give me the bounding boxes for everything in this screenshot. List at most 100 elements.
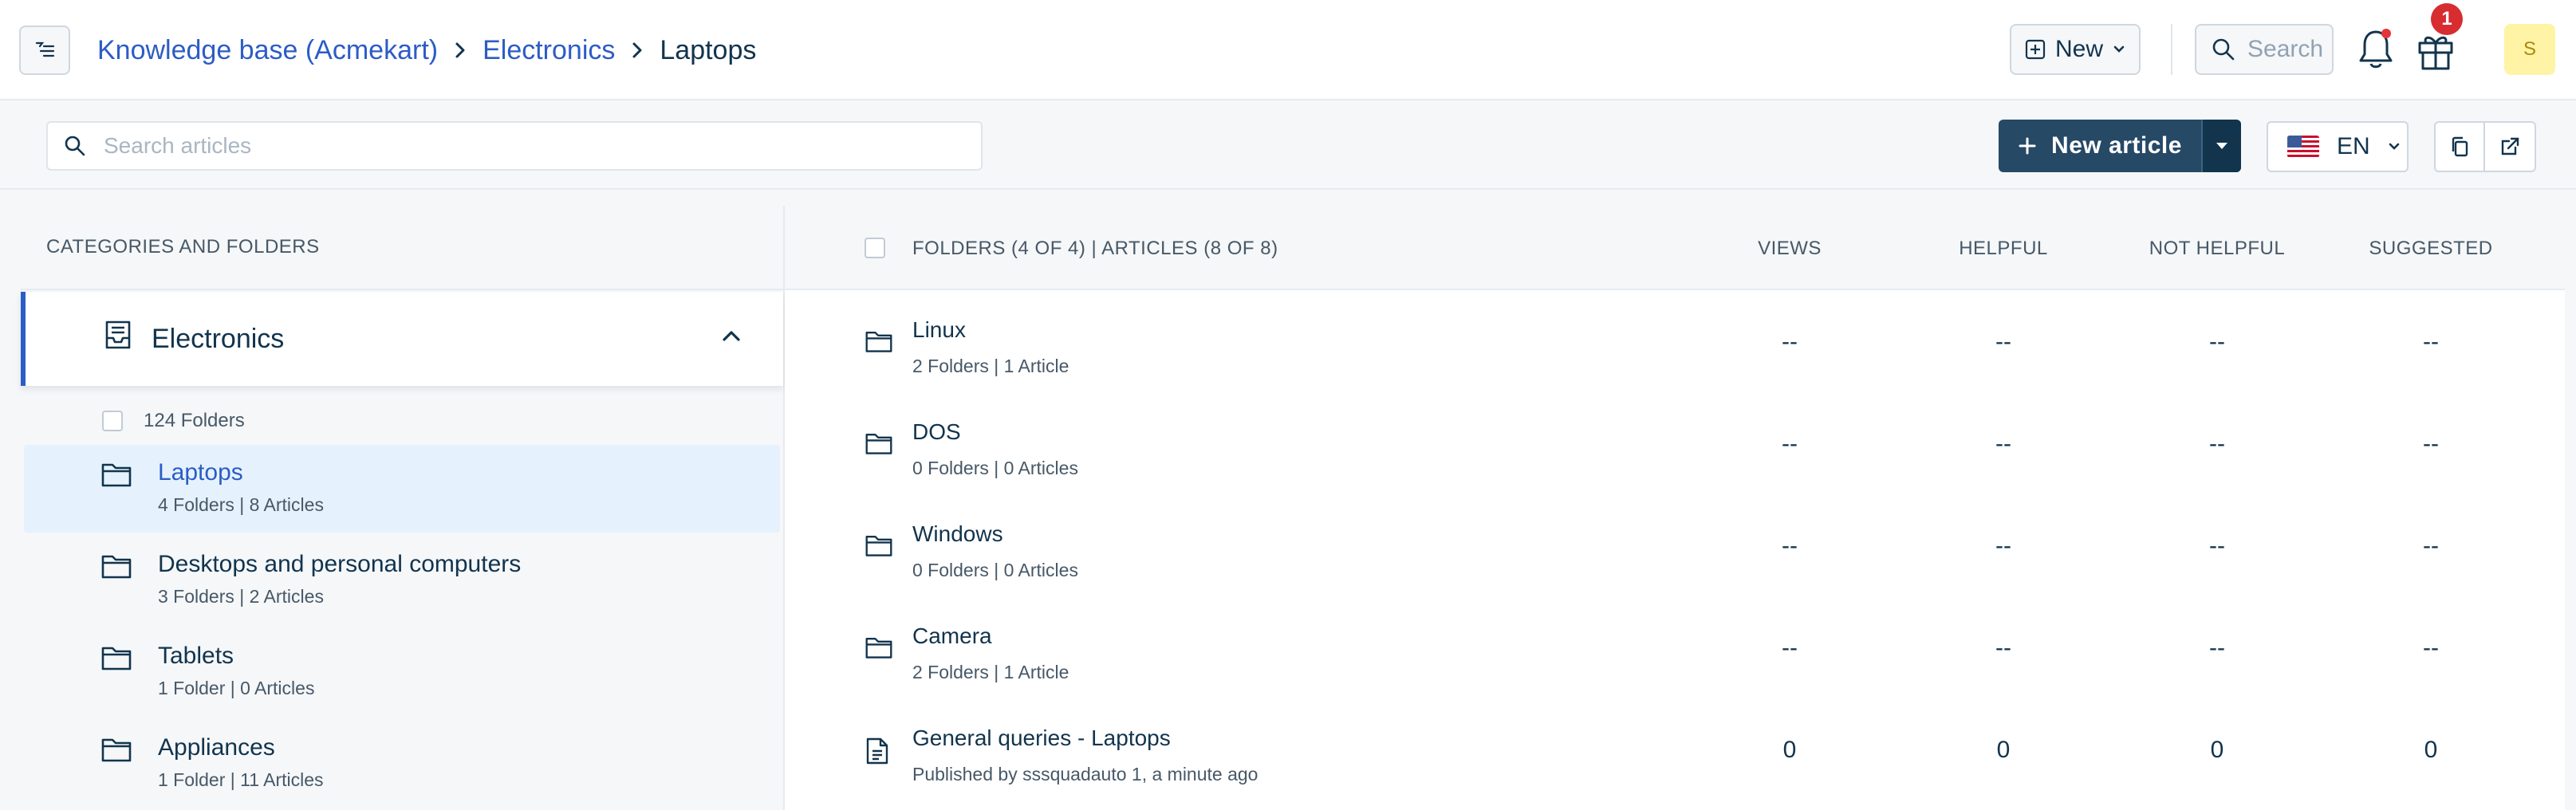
row-meta: 0 Folders | 0 Articles xyxy=(912,560,1078,580)
search-icon xyxy=(2212,38,2235,61)
copy-icon[interactable] xyxy=(2436,123,2486,171)
suggested-value: -- xyxy=(2423,635,2439,661)
plus-square-icon xyxy=(2025,39,2046,60)
article-actions-group xyxy=(2434,121,2536,172)
views-value: -- xyxy=(1782,635,1798,661)
folder-icon xyxy=(100,552,132,580)
column-header-views[interactable]: VIEWS xyxy=(1694,238,1885,260)
sidebar-folder-appliances[interactable]: Appliances 1 Folder | 11 Articles xyxy=(24,720,780,808)
sidebar-folder-desktops[interactable]: Desktops and personal computers 3 Folder… xyxy=(24,537,780,624)
suggested-value: -- xyxy=(2423,431,2439,457)
global-search-button[interactable]: Search xyxy=(2195,24,2334,75)
suggested-value: 0 xyxy=(2424,737,2438,763)
table-row[interactable]: Camera 2 Folders | 1 Article -- -- -- -- xyxy=(785,600,2565,702)
folder-name: Laptops xyxy=(158,459,243,486)
helpful-value: -- xyxy=(1995,328,2011,355)
helpful-value: -- xyxy=(1995,533,2011,559)
row-name[interactable]: General queries - Laptops xyxy=(912,725,1171,751)
new-article-button[interactable]: New article xyxy=(1999,120,2241,172)
column-header-helpful[interactable]: HELPFUL xyxy=(1908,238,2099,260)
sidebar-toggle-button[interactable] xyxy=(19,26,70,75)
article-search-box[interactable] xyxy=(46,121,983,171)
breadcrumb-root-link[interactable]: Knowledge base (Acmekart) xyxy=(97,35,438,66)
new-article-dropdown-toggle[interactable] xyxy=(2201,120,2241,172)
folder-icon xyxy=(865,328,893,354)
not-helpful-value: -- xyxy=(2209,431,2225,457)
helpful-value: 0 xyxy=(1996,737,2011,763)
article-toolbar: New article EN xyxy=(0,102,2576,190)
sidebar-folder-laptops[interactable]: Laptops 4 Folders | 8 Articles xyxy=(24,445,780,533)
language-selector[interactable]: EN xyxy=(2267,121,2409,172)
table-row[interactable]: DOS 0 Folders | 0 Articles -- -- -- -- xyxy=(785,395,2565,497)
chevron-down-icon xyxy=(2389,143,2399,150)
new-article-label: New article xyxy=(2051,132,2182,159)
breadcrumb-current: Laptops xyxy=(660,34,757,65)
not-helpful-value: 0 xyxy=(2210,737,2224,763)
chevron-down-icon xyxy=(2113,45,2125,53)
select-all-rows-checkbox[interactable] xyxy=(865,238,885,258)
row-meta: 0 Folders | 0 Articles xyxy=(912,458,1078,478)
external-link-icon[interactable] xyxy=(2485,123,2535,171)
views-value: -- xyxy=(1782,533,1798,559)
search-icon xyxy=(65,136,85,156)
chevron-up-icon[interactable] xyxy=(721,328,742,343)
divider xyxy=(2171,24,2172,75)
chevron-right-icon xyxy=(631,41,644,60)
table-row[interactable]: General queries - Laptops Published by s… xyxy=(785,702,2565,804)
row-meta: 2 Folders | 1 Article xyxy=(912,662,1069,682)
row-name[interactable]: Linux xyxy=(912,317,966,343)
column-header-not-helpful[interactable]: NOT HELPFUL xyxy=(2121,238,2313,260)
suggested-value: -- xyxy=(2423,328,2439,355)
suggested-value: -- xyxy=(2423,533,2439,559)
new-dropdown-button[interactable]: New xyxy=(2010,24,2141,75)
row-name[interactable]: Windows xyxy=(912,521,1003,547)
article-search-input[interactable] xyxy=(104,133,941,159)
not-helpful-value: -- xyxy=(2209,635,2225,661)
breadcrumb-parent-link[interactable]: Electronics xyxy=(483,35,615,66)
language-label: EN xyxy=(2337,133,2370,159)
new-article-main[interactable]: New article xyxy=(1999,132,2201,159)
global-search-placeholder: Search xyxy=(2247,36,2324,62)
folder-name: Appliances xyxy=(158,734,275,761)
folder-icon xyxy=(100,644,132,671)
folder-name: Tablets xyxy=(158,643,234,669)
row-meta: 2 Folders | 1 Article xyxy=(912,356,1069,376)
user-avatar[interactable]: S xyxy=(2504,24,2555,75)
new-button-label: New xyxy=(2054,36,2103,62)
chevron-right-icon xyxy=(454,41,467,60)
folder-icon xyxy=(865,431,893,456)
us-flag-icon xyxy=(2287,136,2319,158)
folder-meta: 1 Folder | 11 Articles xyxy=(158,769,324,790)
inbox-icon xyxy=(102,319,134,351)
folder-icon xyxy=(865,533,893,558)
row-meta: Published by sssquadauto 1, a minute ago xyxy=(912,764,1258,784)
gift-badge: 1 xyxy=(2431,3,2463,35)
plus-icon xyxy=(2019,137,2036,155)
row-name[interactable]: Camera xyxy=(912,623,992,649)
caret-down-icon xyxy=(2216,143,2227,149)
category-title: Electronics xyxy=(152,323,285,354)
table-row[interactable]: Windows 0 Folders | 0 Articles -- -- -- … xyxy=(785,497,2565,600)
filter-list-icon xyxy=(35,41,55,57)
folder-meta: 4 Folders | 8 Articles xyxy=(158,494,324,515)
select-all-folders-checkbox[interactable] xyxy=(102,411,123,431)
column-header-suggested[interactable]: SUGGESTED xyxy=(2335,238,2527,260)
folder-icon xyxy=(100,461,132,488)
folder-count-label: 124 Folders xyxy=(144,410,245,431)
folder-name: Desktops and personal computers xyxy=(158,551,522,577)
views-value: 0 xyxy=(1782,737,1797,763)
category-electronics[interactable]: Electronics xyxy=(21,292,783,386)
table-row[interactable]: Linux 2 Folders | 1 Article -- -- -- -- xyxy=(785,293,2565,395)
helpful-value: -- xyxy=(1995,431,2011,457)
sidebar-folder-tablets[interactable]: Tablets 1 Folder | 0 Articles xyxy=(24,628,780,716)
notification-dot xyxy=(2381,29,2391,38)
folder-icon xyxy=(865,635,893,660)
row-name[interactable]: DOS xyxy=(912,419,961,445)
categories-heading: CATEGORIES AND FOLDERS xyxy=(21,206,785,290)
folder-meta: 1 Folder | 0 Articles xyxy=(158,678,315,698)
categories-panel: CATEGORIES AND FOLDERS Electronics 124 F… xyxy=(21,206,785,810)
top-bar: Knowledge base (Acmekart) Electronics La… xyxy=(0,0,2576,100)
document-icon xyxy=(865,737,890,765)
folder-icon xyxy=(100,736,132,763)
table-header: FOLDERS (4 OF 4) | ARTICLES (8 OF 8) VIE… xyxy=(785,206,2565,290)
